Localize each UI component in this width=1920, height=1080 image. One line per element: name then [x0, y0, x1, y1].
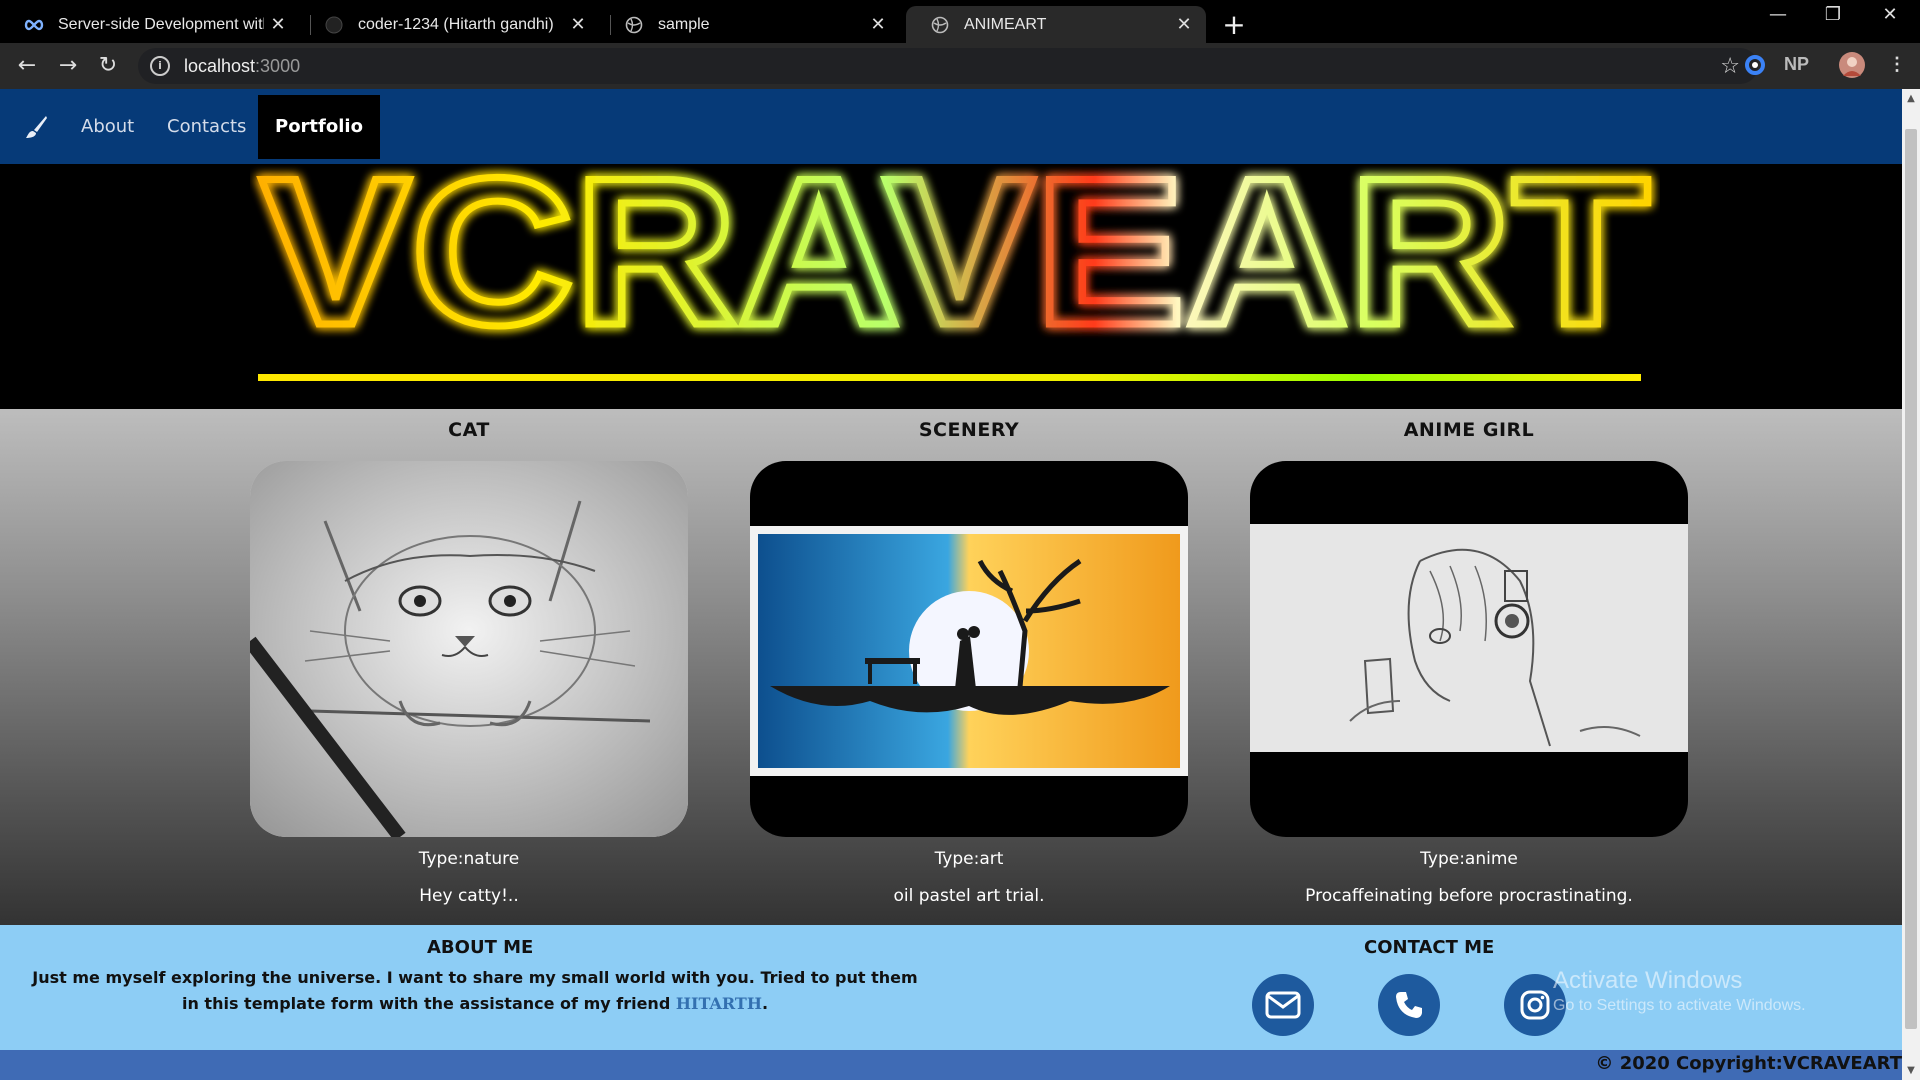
banner-underline [258, 374, 1641, 381]
card-description: Procaffeinating before procrastinating. [1305, 886, 1633, 906]
browser-tab-bar: Server-side Development with No ✕ coder-… [0, 0, 1920, 43]
github-icon [324, 15, 344, 35]
browser-toolbar: ← → ↻ i localhost:3000 ☆ NP ⋮ [0, 43, 1920, 89]
friend-link[interactable]: HITARTH [676, 994, 762, 1013]
close-tab-icon[interactable]: ✕ [1170, 14, 1198, 35]
about-text: Just me myself exploring the universe. I… [30, 965, 920, 1017]
scroll-down-icon[interactable]: ▼ [1902, 1065, 1920, 1076]
site-logo-title: VCRAVEART [260, 164, 1650, 369]
card-description: oil pastel art trial. [893, 886, 1045, 906]
close-tab-icon[interactable]: ✕ [864, 14, 892, 35]
restore-window-icon[interactable]: ❐ [1813, 4, 1853, 25]
profile-avatar[interactable] [1838, 51, 1866, 84]
anime-girl-sketch-image [1250, 524, 1688, 752]
extension-np-button[interactable]: NP [1784, 54, 1809, 75]
new-tab-button[interactable]: + [1222, 8, 1246, 41]
portfolio-gallery: CAT Type:nature Hey catty!.. SCENERY Typ… [0, 409, 1902, 925]
card-title: CAT [448, 419, 490, 441]
tab-title: coder-1234 (Hitarth gandhi) [358, 15, 554, 33]
card-type: Type:nature [418, 849, 520, 869]
reload-icon[interactable]: ↻ [94, 52, 122, 80]
tab-title: sample [658, 15, 710, 33]
site-footer: ABOUT ME Just me myself exploring the un… [0, 925, 1902, 1050]
windows-activation-hint: Go to Settings to activate Windows. [1553, 997, 1806, 1014]
browser-menu-icon[interactable]: ⋮ [1888, 54, 1906, 75]
bookmark-star-icon[interactable]: ☆ [1720, 54, 1740, 79]
coursera-infinity-icon [24, 15, 44, 35]
copyright-text: © 2020 Copyright:VCRAVEART [1595, 1053, 1902, 1074]
browser-tab[interactable]: Server-side Development with No ✕ [0, 6, 300, 43]
card-title: ANIME GIRL [1403, 419, 1535, 441]
globe-icon [624, 15, 644, 35]
globe-icon [930, 15, 950, 35]
url-text: localhost:3000 [184, 56, 300, 77]
scroll-up-icon[interactable]: ▲ [1902, 93, 1920, 104]
card-type: Type:art [934, 849, 1004, 869]
windows-activation-watermark: Activate Windows [1553, 967, 1743, 994]
about-end: . [761, 994, 769, 1013]
card-title: SCENERY [918, 419, 1020, 441]
contact-heading: CONTACT ME [1364, 937, 1495, 958]
browser-tab[interactable]: coder-1234 (Hitarth gandhi) ✕ [300, 6, 600, 43]
url-port: :3000 [255, 55, 301, 76]
extension-ring-icon[interactable] [1744, 54, 1766, 81]
about-heading: ABOUT ME [427, 937, 534, 958]
address-bar[interactable]: i localhost:3000 ☆ [138, 48, 1758, 84]
phone-icon[interactable] [1378, 974, 1440, 1036]
neon-logo: VCRAVEART [257, 164, 1654, 373]
nav-link-about[interactable]: About [64, 95, 151, 159]
close-tab-icon[interactable]: ✕ [564, 14, 592, 35]
scenery-painting-image [750, 526, 1188, 776]
tab-title: Server-side Development with No [58, 15, 264, 33]
close-window-icon[interactable]: ✕ [1870, 4, 1910, 25]
site-navbar: About Contacts Portfolio [0, 89, 1902, 164]
card-image[interactable] [250, 461, 688, 837]
scrollbar-thumb[interactable] [1905, 129, 1917, 1029]
about-body: Just me myself exploring the universe. I… [32, 968, 918, 1013]
browser-tab-active[interactable]: ANIMEART ✕ [906, 6, 1206, 43]
hero-banner: VCRAVEART [0, 164, 1902, 409]
back-icon[interactable]: ← [13, 52, 41, 80]
copyright-bar: © 2020 Copyright:VCRAVEART [0, 1050, 1902, 1080]
tab-title: ANIMEART [964, 15, 1047, 33]
browser-tab[interactable]: sample ✕ [600, 6, 900, 43]
envelope-icon[interactable] [1252, 974, 1314, 1036]
close-tab-icon[interactable]: ✕ [264, 14, 292, 35]
card-image[interactable] [1250, 461, 1688, 837]
site-info-icon[interactable]: i [150, 56, 170, 76]
minimize-window-icon[interactable]: — [1758, 4, 1798, 25]
nav-link-contacts[interactable]: Contacts [150, 95, 263, 159]
nav-link-portfolio[interactable]: Portfolio [258, 95, 380, 159]
url-host: localhost [184, 55, 256, 76]
card-description: Hey catty!.. [419, 886, 519, 906]
page-scrollbar[interactable]: ▲ ▼ [1902, 89, 1920, 1080]
cat-sketch-image [250, 461, 688, 837]
card-image[interactable] [750, 461, 1188, 837]
forward-icon[interactable]: → [54, 52, 82, 80]
card-type: Type:anime [1420, 849, 1518, 869]
paintbrush-icon[interactable] [22, 113, 50, 141]
web-page: About Contacts Portfolio VCRAVEART CAT T… [0, 89, 1902, 1080]
